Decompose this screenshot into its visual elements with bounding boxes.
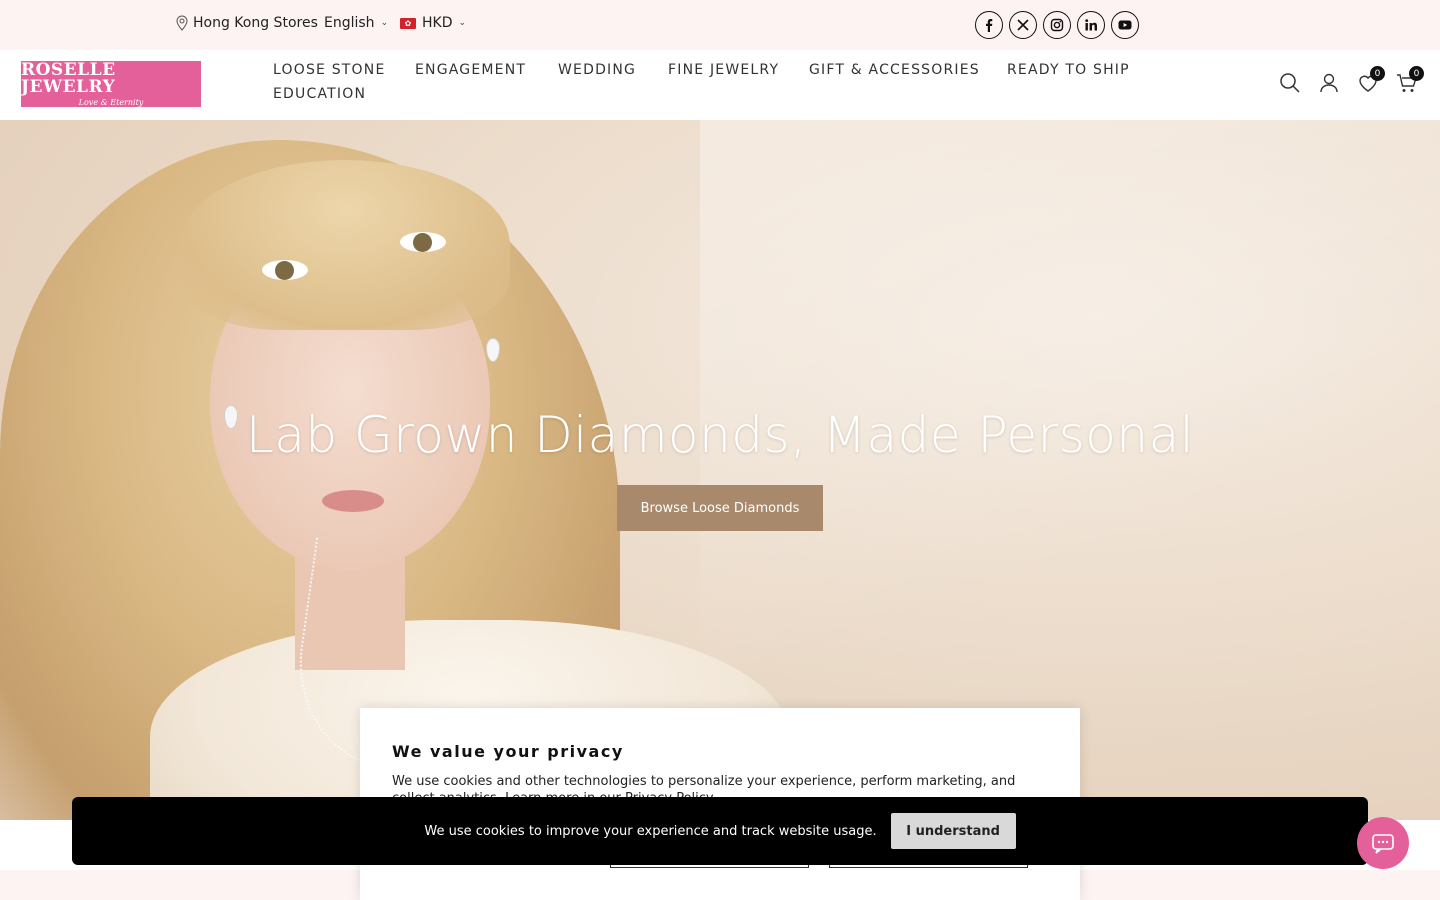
facebook-icon <box>986 19 993 32</box>
language-value: English <box>324 15 375 31</box>
nav-wedding[interactable]: WEDDING <box>558 62 636 78</box>
facebook-link[interactable] <box>975 11 1003 39</box>
youtube-link[interactable] <box>1111 11 1139 39</box>
store-locator-label: Hong Kong Stores <box>193 15 318 31</box>
model-lips <box>322 490 384 512</box>
cart-count-badge: 0 <box>1409 66 1424 81</box>
logo-tagline: Love & Eternity <box>78 97 144 107</box>
cart-button[interactable]: 0 <box>1396 66 1424 98</box>
instagram-icon <box>1050 18 1064 32</box>
logo-text: ROSELLE JEWELRY <box>21 59 116 97</box>
nav-loose-stone[interactable]: LOOSE STONE <box>273 62 386 78</box>
account-button[interactable] <box>1318 72 1340 98</box>
brand-logo[interactable]: ROSELLE JEWELRY Love & Eternity <box>21 61 201 107</box>
store-locator-link[interactable]: Hong Kong Stores <box>175 15 318 31</box>
privacy-title: We value your privacy <box>392 742 624 761</box>
nav-fine-jewelry[interactable]: FINE JEWELRY <box>668 62 779 78</box>
search-button[interactable] <box>1279 72 1301 98</box>
currency-selector[interactable]: ✿ HKD ⌄ <box>400 15 466 31</box>
logo-wordmark: ROSELLE JEWELRY <box>21 59 201 97</box>
model-eye-left <box>262 260 308 280</box>
map-pin-icon <box>176 15 188 31</box>
model-eye-right <box>400 232 446 252</box>
hk-flag-icon: ✿ <box>400 17 416 29</box>
x-icon <box>1017 19 1029 31</box>
youtube-icon <box>1118 20 1132 30</box>
nav-education[interactable]: EDUCATION <box>273 86 366 102</box>
cookie-banner-text: We use cookies to improve your experienc… <box>424 823 877 839</box>
hero-title: Lab Grown Diamonds, Made Personal <box>245 406 1195 464</box>
linkedin-icon <box>1085 19 1097 31</box>
search-icon <box>1280 73 1300 93</box>
currency-value: HKD <box>422 15 453 31</box>
chevron-down-icon: ⌄ <box>458 18 467 28</box>
cookie-banner: We use cookies to improve your experienc… <box>72 797 1368 865</box>
nav-ready-to-ship[interactable]: READY TO SHIP <box>1007 62 1130 78</box>
wishlist-button[interactable]: 0 <box>1357 66 1385 98</box>
chat-icon <box>1372 834 1394 854</box>
language-selector[interactable]: English ⌄ <box>324 15 388 31</box>
user-icon <box>1320 73 1338 93</box>
chevron-down-icon: ⌄ <box>380 18 389 28</box>
chat-button[interactable] <box>1357 817 1409 869</box>
browse-loose-diamonds-button[interactable]: Browse Loose Diamonds <box>617 485 823 531</box>
x-link[interactable] <box>1009 11 1037 39</box>
model-bangs <box>180 160 510 330</box>
nav-engagement[interactable]: ENGAGEMENT <box>415 62 526 78</box>
top-bar: Hong Kong Stores English ⌄ ✿ HKD ⌄ <box>0 0 1440 50</box>
wishlist-count-badge: 0 <box>1370 66 1385 81</box>
accept-cookies-button[interactable]: I understand <box>890 813 1016 849</box>
nav-gift-accessories[interactable]: GIFT & ACCESSORIES <box>809 62 980 78</box>
social-links <box>975 11 1139 39</box>
main-header: ROSELLE JEWELRY Love & Eternity LOOSE ST… <box>0 50 1440 120</box>
linkedin-link[interactable] <box>1077 11 1105 39</box>
instagram-link[interactable] <box>1043 11 1071 39</box>
